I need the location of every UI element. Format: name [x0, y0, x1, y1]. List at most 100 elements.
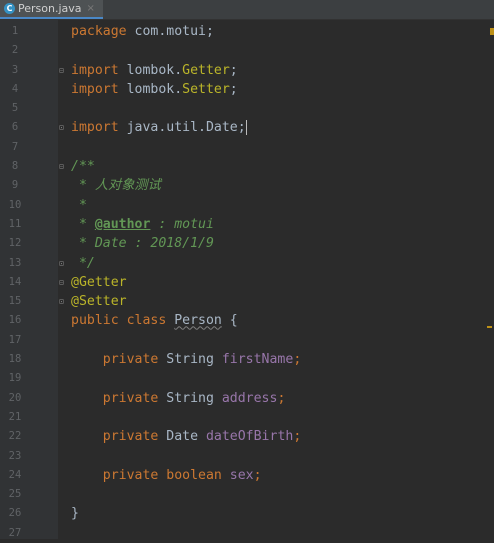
- code-token: * 人对象测试: [71, 178, 161, 194]
- line-number: 12: [8, 237, 22, 250]
- line-number: 21: [8, 410, 22, 423]
- code-token: String: [166, 390, 222, 406]
- code-line[interactable]: 23: [0, 447, 494, 466]
- code-token: ;: [277, 390, 286, 406]
- line-number: 3: [11, 63, 19, 76]
- line-number: 25: [8, 488, 22, 501]
- code-token: dateOfBirth: [205, 429, 294, 445]
- fold-marker-icon[interactable]: ⊟: [59, 162, 67, 171]
- code-token: ;: [253, 467, 262, 483]
- fold-marker-icon[interactable]: ⊡: [59, 259, 67, 268]
- code-token: public class: [71, 313, 175, 329]
- code-text: private String firstName;: [71, 350, 302, 369]
- line-number: 9: [11, 179, 19, 192]
- code-editor[interactable]: 1 package com.motui; 2 3 ⊟ import lombok.Gett…: [0, 20, 494, 539]
- code-token: address: [221, 390, 278, 406]
- line-number: 16: [8, 314, 22, 327]
- line-number: 18: [8, 353, 22, 366]
- code-text: import lombok.Getter;: [71, 61, 238, 80]
- code-line[interactable]: 17: [0, 331, 494, 350]
- code-token: ;: [237, 120, 246, 136]
- code-text: *: [71, 196, 87, 215]
- code-line[interactable]: 2: [0, 41, 494, 60]
- code-line[interactable]: 10 *: [0, 196, 494, 215]
- code-text: * 人对象测试: [71, 176, 161, 195]
- code-line[interactable]: 19: [0, 369, 494, 388]
- line-number: 10: [8, 198, 22, 211]
- fold-marker-icon[interactable]: ⊡: [59, 297, 67, 306]
- line-number: 22: [8, 430, 22, 443]
- code-token: {: [221, 313, 238, 329]
- code-text: private String address;: [71, 389, 286, 408]
- code-token: Getter: [182, 62, 230, 78]
- code-token: ;: [293, 429, 302, 445]
- line-number: 19: [8, 372, 22, 385]
- code-line[interactable]: 22 private Date dateOfBirth;: [0, 427, 494, 446]
- code-line[interactable]: 12 * Date : 2018/1/9: [0, 234, 494, 253]
- line-number: 26: [8, 507, 22, 520]
- code-text: /**: [71, 157, 95, 176]
- code-line[interactable]: 7: [0, 138, 494, 157]
- code-line[interactable]: 6 ⊡ import java.util.Date;: [0, 118, 494, 137]
- line-number: 17: [8, 333, 22, 346]
- code-token: lombok.: [126, 62, 183, 78]
- code-line[interactable]: 27: [0, 524, 494, 543]
- text-caret: [245, 119, 247, 135]
- code-area[interactable]: 1 package com.motui; 2 3 ⊟ import lombok.Gett…: [0, 22, 494, 543]
- fold-marker-icon[interactable]: ⊡: [59, 123, 67, 132]
- code-token: firstName: [221, 352, 294, 368]
- code-text: private boolean sex;: [71, 466, 262, 485]
- line-number: 6: [11, 121, 19, 134]
- editor-tab-bar: C Person.java ×: [0, 0, 494, 20]
- code-token: lombok.: [126, 81, 183, 97]
- code-line[interactable]: 26}: [0, 504, 494, 523]
- line-number: 4: [11, 82, 19, 95]
- code-line[interactable]: 13 ⊡ */: [0, 254, 494, 273]
- code-line[interactable]: 21: [0, 408, 494, 427]
- code-token: import: [71, 120, 127, 136]
- java-class-icon: C: [4, 3, 15, 14]
- code-token: * Date : 2018/1/9: [71, 236, 214, 252]
- line-number: 27: [8, 526, 22, 539]
- code-line[interactable]: 14 ⊟ @Getter: [0, 273, 494, 292]
- error-stripe-mark[interactable]: [487, 326, 492, 328]
- code-line[interactable]: 1 package com.motui;: [0, 22, 494, 41]
- code-line[interactable]: 15 ⊡ @Setter: [0, 292, 494, 311]
- code-text: }: [71, 504, 79, 523]
- tab-person-java[interactable]: C Person.java ×: [0, 0, 103, 19]
- line-number: 1: [11, 25, 19, 37]
- code-line[interactable]: 4 import lombok.Setter;: [0, 80, 494, 99]
- code-line[interactable]: 25: [0, 485, 494, 504]
- code-token: com.motui;: [134, 24, 214, 39]
- code-token: : motui: [150, 216, 214, 232]
- code-token: @Setter: [71, 294, 127, 310]
- code-line[interactable]: 11 * @author : motui: [0, 215, 494, 234]
- code-token: @Getter: [71, 274, 127, 290]
- code-token: private: [71, 429, 167, 445]
- code-text: @Getter: [71, 273, 127, 292]
- code-token: String: [166, 352, 222, 368]
- code-text: public class Person {: [71, 311, 238, 330]
- code-token: Setter: [182, 81, 230, 97]
- fold-marker-icon[interactable]: ⊟: [59, 278, 67, 287]
- close-tab-icon[interactable]: ×: [87, 3, 95, 14]
- code-line[interactable]: 8 ⊟ /**: [0, 157, 494, 176]
- line-number: 14: [8, 275, 22, 288]
- fold-marker-icon[interactable]: ⊟: [59, 66, 67, 75]
- code-line[interactable]: 9 * 人对象测试: [0, 176, 494, 195]
- code-line[interactable]: 3 ⊟ import lombok.Getter;: [0, 61, 494, 80]
- code-token: package: [71, 24, 135, 39]
- code-line[interactable]: 5: [0, 99, 494, 118]
- code-token: sex: [229, 467, 254, 483]
- line-number: 11: [8, 217, 22, 230]
- code-text: * Date : 2018/1/9: [71, 234, 214, 253]
- code-token: private: [71, 390, 167, 406]
- line-number: 7: [11, 140, 19, 153]
- code-token: private: [71, 352, 167, 368]
- code-line[interactable]: 18 private String firstName;: [0, 350, 494, 369]
- code-line[interactable]: 20 private String address;: [0, 389, 494, 408]
- code-token: java.util.Date: [126, 120, 238, 136]
- code-line[interactable]: 16 public class Person {: [0, 311, 494, 330]
- warning-indicator-icon[interactable]: [490, 28, 494, 35]
- code-line[interactable]: 24 private boolean sex;: [0, 466, 494, 485]
